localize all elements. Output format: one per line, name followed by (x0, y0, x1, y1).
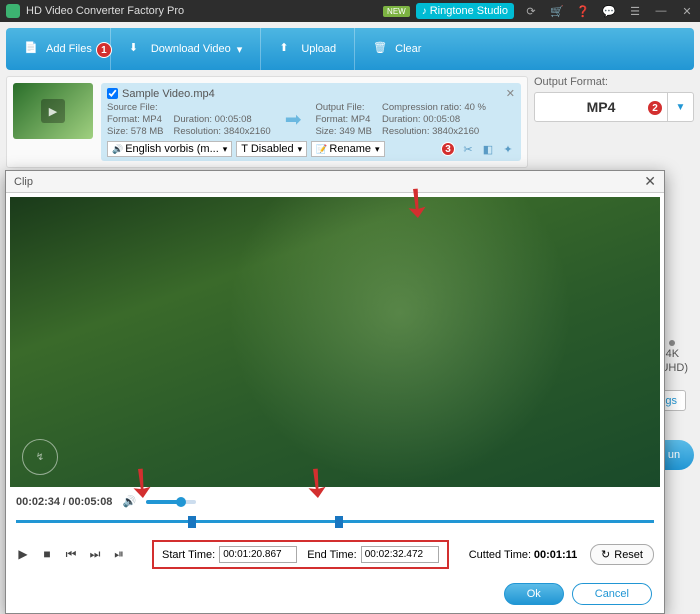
volume-icon[interactable]: 🔊 (122, 495, 136, 508)
ringtone-studio-button[interactable]: ♪ Ringtone Studio (416, 3, 514, 19)
video-preview[interactable]: ↯ (10, 197, 660, 487)
step-fwd-icon[interactable]: ⏭ (88, 547, 102, 562)
clear-button[interactable]: 🗑 Clear (355, 28, 439, 70)
add-files-button[interactable]: 📄 Add Files 1 (6, 28, 111, 70)
time-range-box: Start Time: End Time: (152, 540, 449, 569)
audio-track-dropdown[interactable]: 🔊 English vorbis (m... (107, 141, 232, 157)
refresh-icon[interactable]: ⟳ (524, 5, 538, 18)
download-icon: ⬇ (129, 41, 145, 57)
output-format-panel: Output Format: MP4 2 ▼ (534, 76, 694, 168)
effects-icon[interactable]: ✦ (501, 142, 515, 156)
chat-icon[interactable]: 💬 (602, 5, 616, 18)
app-logo-icon (6, 4, 20, 18)
upload-icon: ⬆ (279, 41, 295, 57)
watermark-icon: ↯ (22, 439, 58, 475)
start-time-label: Start Time: (162, 549, 215, 561)
video-thumbnail[interactable] (13, 83, 93, 139)
close-icon[interactable]: ✕ (680, 5, 694, 18)
file-checkbox[interactable] (107, 88, 118, 99)
step-badge-2: 2 (647, 100, 663, 116)
ok-button[interactable]: Ok (504, 583, 564, 605)
step-badge-3: 3 (441, 142, 455, 156)
cancel-button[interactable]: Cancel (572, 583, 652, 605)
download-video-button[interactable]: ⬇ Download Video ▾ (111, 28, 261, 70)
main-toolbar: 📄 Add Files 1 ⬇ Download Video ▾ ⬆ Uploa… (6, 28, 694, 70)
app-title: HD Video Converter Factory Pro (26, 5, 383, 17)
titlebar: HD Video Converter Factory Pro NEW ♪ Rin… (0, 0, 700, 22)
output-format-dropdown[interactable]: ▼ (667, 93, 693, 121)
file-panel: Sample Video.mp4 ✕ Source File: Format: … (6, 76, 528, 168)
clip-dialog: Clip ✕ ↯ 00:02:34 / 00:05:08 🔊 ▶ ■ ⏮ ⏭ ⏯… (5, 170, 665, 614)
new-badge: NEW (383, 6, 410, 17)
volume-slider[interactable] (146, 500, 196, 504)
file-name: Sample Video.mp4 (122, 88, 215, 100)
menu-icon[interactable]: ☰ (628, 5, 642, 18)
remove-file-icon[interactable]: ✕ (506, 87, 515, 100)
play-end-icon[interactable]: ⏯ (112, 547, 126, 562)
start-time-input[interactable] (219, 546, 297, 563)
playback-time: 00:02:34 / 00:05:08 (16, 496, 112, 508)
add-file-icon: 📄 (24, 41, 40, 57)
cutted-time: Cutted Time: 00:01:11 (469, 549, 578, 561)
arrow-right-icon: ➡ (285, 107, 302, 132)
cart-icon[interactable]: 🛒 (550, 5, 564, 18)
clip-icon[interactable]: ✂ (461, 142, 475, 156)
output-format-heading: Output Format: (534, 76, 694, 88)
clip-close-icon[interactable]: ✕ (644, 173, 656, 190)
upload-button[interactable]: ⬆ Upload (261, 28, 355, 70)
reset-button[interactable]: ↻Reset (590, 544, 654, 565)
step-badge-1: 1 (96, 42, 112, 58)
step-back-icon[interactable]: ⏮ (64, 547, 78, 562)
stop-icon[interactable]: ■ (40, 547, 54, 562)
trim-start-handle[interactable] (188, 516, 196, 528)
file-info: Sample Video.mp4 ✕ Source File: Format: … (101, 83, 521, 161)
clip-dialog-title: Clip (14, 176, 644, 188)
rename-button[interactable]: 📝 Rename (311, 141, 384, 157)
trash-icon: 🗑 (373, 41, 389, 57)
chevron-down-icon: ▾ (237, 43, 243, 56)
trim-track[interactable] (16, 514, 654, 528)
help-icon[interactable]: ❓ (576, 5, 590, 18)
play-icon[interactable]: ▶ (16, 547, 30, 562)
crop-icon[interactable]: ◧ (481, 142, 495, 156)
minimize-icon[interactable]: — (654, 5, 668, 17)
trim-end-handle[interactable] (335, 516, 343, 528)
end-time-input[interactable] (361, 546, 439, 563)
reset-icon: ↻ (601, 548, 610, 561)
end-time-label: End Time: (307, 549, 357, 561)
subtitle-dropdown[interactable]: T Disabled (236, 141, 307, 157)
